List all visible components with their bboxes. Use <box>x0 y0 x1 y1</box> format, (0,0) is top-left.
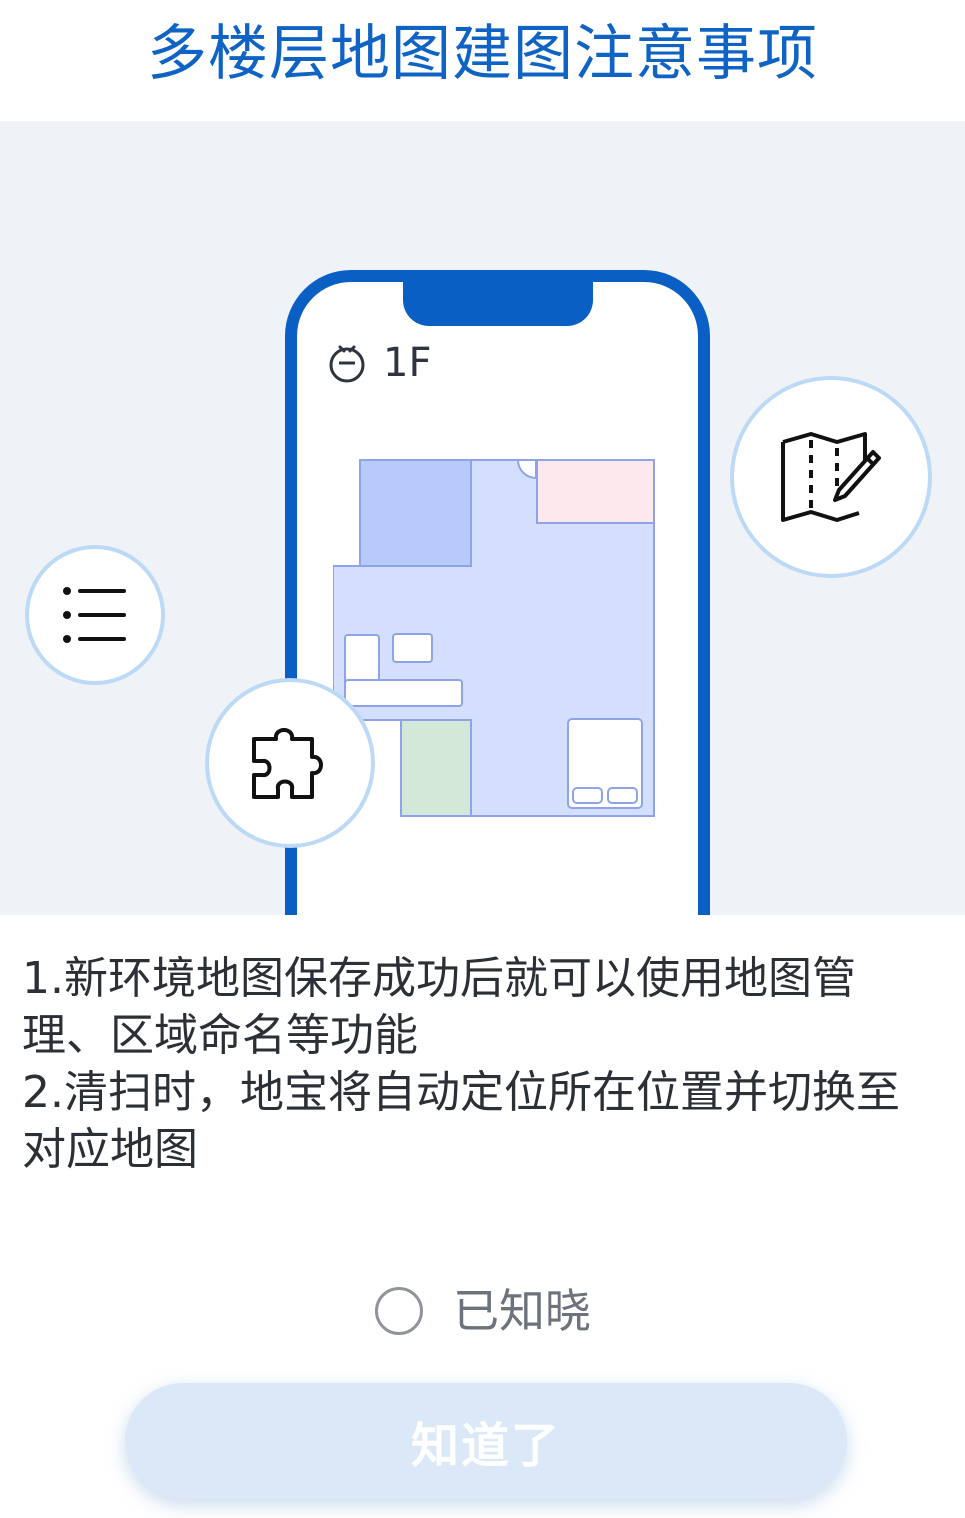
acknowledge-radio[interactable] <box>375 1287 423 1335</box>
list-bubble <box>25 545 165 685</box>
floor-room-pink <box>536 459 655 524</box>
floor-pillow-left <box>572 787 603 804</box>
puzzle-bubble <box>205 678 375 848</box>
floor-table <box>392 633 433 663</box>
acknowledge-label[interactable]: 已知晓 <box>453 1283 591 1339</box>
list-icon <box>63 587 126 643</box>
floor-sofa-base <box>344 679 463 707</box>
map-edit-bubble <box>730 376 932 578</box>
map-edit-icon <box>781 432 881 522</box>
notes-text: 1.新环境地图保存成功后就可以使用地图管理、区域命名等功能 2.清扫时，地宝将自… <box>22 950 942 1178</box>
phone-notch <box>403 280 593 326</box>
floor-label: 1F <box>383 340 432 386</box>
floor-indicator: 1F <box>327 340 431 386</box>
illustration-panel: 1F <box>0 121 965 915</box>
confirm-button[interactable]: 知道了 <box>125 1383 847 1499</box>
floor-room-blue <box>359 459 472 567</box>
floor-pillow-right <box>607 787 638 804</box>
acknowledge-row[interactable]: 已知晓 <box>375 1283 591 1339</box>
floor-plan-map <box>333 459 655 817</box>
note-item: 2.清扫时，地宝将自动定位所在位置并切换至对应地图 <box>22 1067 900 1175</box>
robot-vacuum-icon <box>329 345 365 383</box>
note-item: 1.新环境地图保存成功后就可以使用地图管理、区域命名等功能 <box>22 953 856 1061</box>
floor-room-green <box>400 719 472 817</box>
puzzle-icon <box>252 728 323 799</box>
page-title: 多楼层地图建图注意事项 <box>147 19 818 89</box>
